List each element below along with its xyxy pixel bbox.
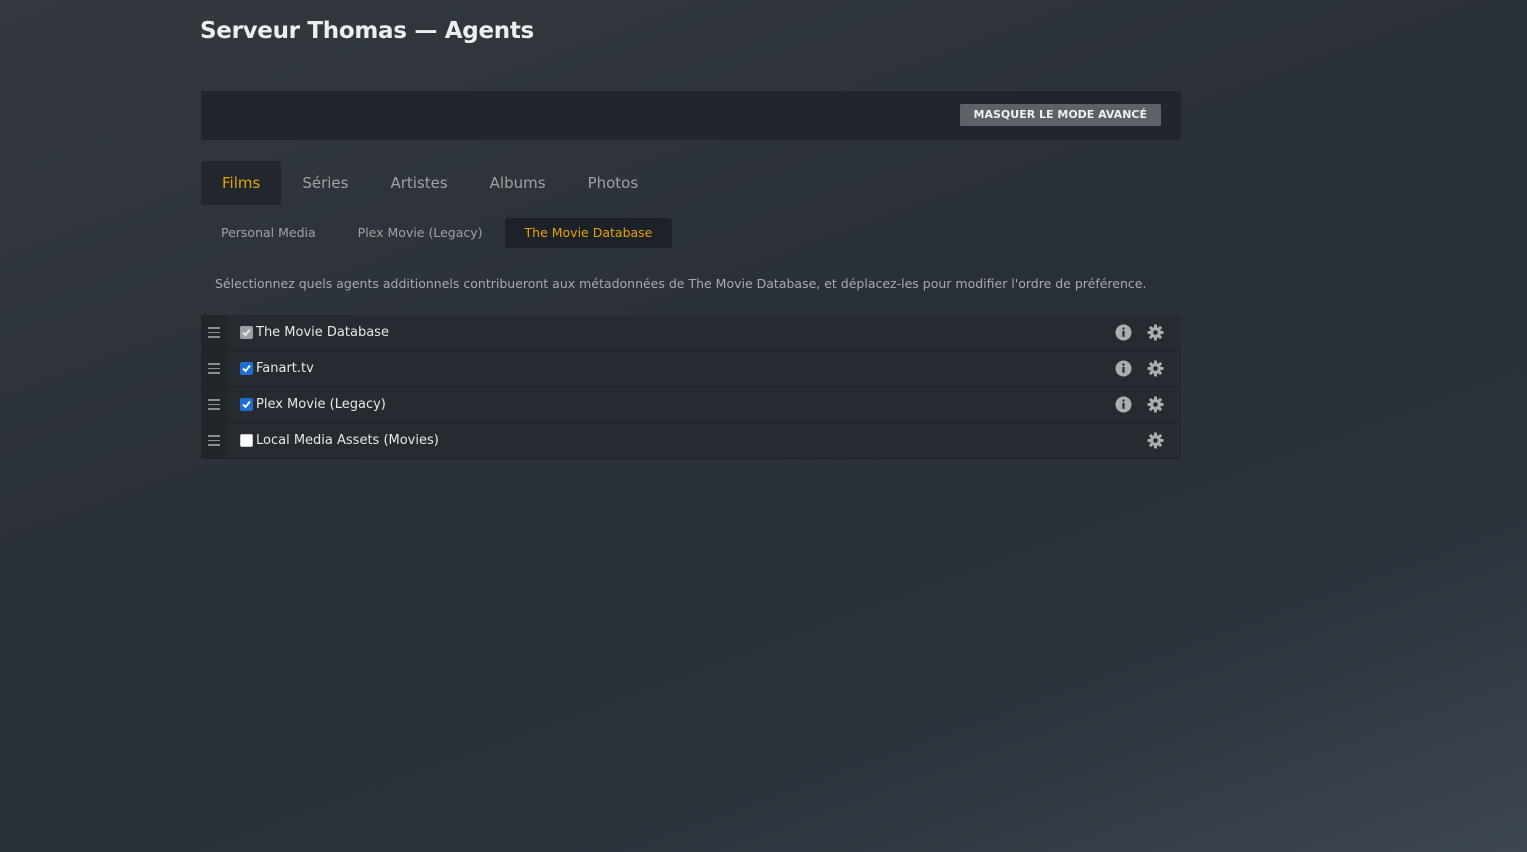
agent-name: Fanart.tv: [256, 361, 314, 376]
gear-icon[interactable]: [1146, 360, 1164, 378]
agent-name: Local Media Assets (Movies): [256, 433, 439, 448]
agent-name: Plex Movie (Legacy): [256, 397, 386, 412]
agent-row: Local Media Assets (Movies): [201, 423, 1181, 459]
subtab-plex-movie-legacy[interactable]: Plex Movie (Legacy): [338, 218, 503, 248]
gear-icon[interactable]: [1146, 396, 1164, 414]
tab-series[interactable]: Séries: [281, 161, 369, 205]
tab-albums[interactable]: Albums: [469, 161, 567, 205]
subtab-personal-media[interactable]: Personal Media: [201, 218, 336, 248]
tab-artistes[interactable]: Artistes: [369, 161, 468, 205]
drag-handle-icon[interactable]: [201, 387, 227, 422]
agent-row: Fanart.tv: [201, 351, 1181, 387]
tab-photos[interactable]: Photos: [567, 161, 660, 205]
page-title: Serveur Thomas — Agents: [200, 18, 534, 44]
agent-name: The Movie Database: [256, 325, 389, 340]
subtab-the-movie-database[interactable]: The Movie Database: [504, 218, 673, 248]
agent-subtabs: Personal Media Plex Movie (Legacy) The M…: [201, 218, 674, 248]
agent-checkbox[interactable]: [240, 362, 253, 375]
advanced-toolbar: MASQUER LE MODE AVANCÉ: [201, 91, 1181, 140]
agent-list: The Movie Database Fanart.tv Plex Movie …: [201, 315, 1181, 459]
media-type-tabs: Films Séries Artistes Albums Photos: [201, 161, 659, 205]
info-icon[interactable]: [1114, 324, 1132, 342]
tab-films[interactable]: Films: [201, 161, 282, 205]
gear-icon[interactable]: [1146, 324, 1164, 342]
agents-description: Sélectionnez quels agents additionnels c…: [215, 276, 1147, 291]
agent-row: The Movie Database: [201, 315, 1181, 351]
agent-checkbox[interactable]: [240, 434, 253, 447]
drag-handle-icon[interactable]: [201, 351, 227, 386]
hide-advanced-mode-button[interactable]: MASQUER LE MODE AVANCÉ: [959, 104, 1161, 126]
gear-icon[interactable]: [1146, 432, 1164, 450]
agent-checkbox[interactable]: [240, 326, 253, 339]
drag-handle-icon[interactable]: [201, 315, 227, 350]
info-icon[interactable]: [1114, 360, 1132, 378]
agent-row: Plex Movie (Legacy): [201, 387, 1181, 423]
drag-handle-icon[interactable]: [201, 423, 227, 458]
agent-checkbox[interactable]: [240, 398, 253, 411]
info-icon[interactable]: [1114, 396, 1132, 414]
